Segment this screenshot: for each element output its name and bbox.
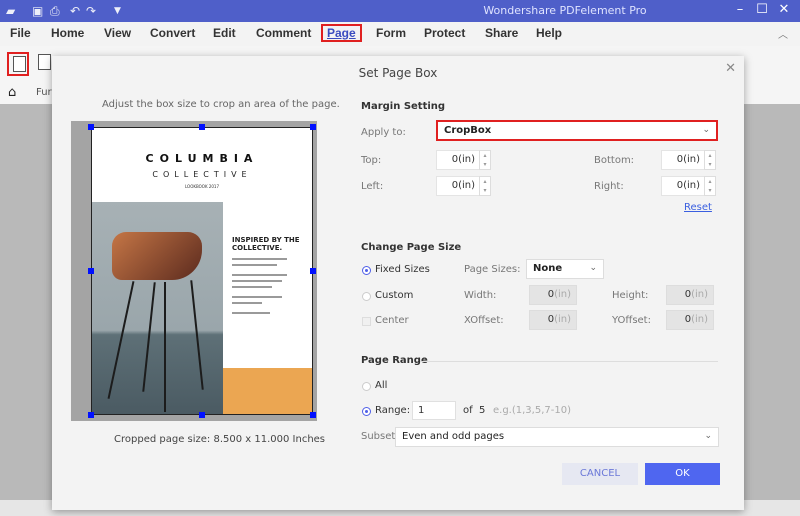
xoffset-input[interactable]: 0(in) [529, 310, 577, 330]
collapse-ribbon-icon[interactable]: ︿ [778, 26, 788, 41]
top-input[interactable]: 0(in) [436, 150, 480, 170]
chair-photo [92, 202, 223, 414]
custom-label[interactable]: Custom [375, 290, 413, 301]
height-input[interactable]: 0(in) [666, 285, 714, 305]
menu-convert[interactable]: Convert [150, 26, 195, 40]
page-thumbnail: COLUMBIA COLLECTIVE LOOKBOOK 2017 INSPIR… [91, 127, 313, 415]
crop-hint: Adjust the box size to crop an area of t… [102, 99, 340, 110]
crop-handle-top-left[interactable] [88, 124, 94, 130]
minimize-icon[interactable]: – [730, 2, 750, 17]
orange-block [223, 368, 312, 414]
menu-form[interactable]: Form [376, 26, 406, 40]
center-label: Center [375, 315, 409, 326]
range-example: e.g.(1,3,5,7-10) [493, 405, 571, 416]
height-label: Height: [612, 290, 649, 301]
left-spinner[interactable]: ▴ ▾ [479, 176, 491, 196]
menu-bar: File Home View Convert Edit Comment Page… [0, 22, 800, 46]
cropped-size-label: Cropped page size: 8.500 x 11.000 Inches [114, 434, 326, 445]
menu-page[interactable]: Page [321, 24, 362, 42]
close-icon[interactable]: ✕ [725, 61, 736, 76]
change-page-size-heading: Change Page Size [361, 242, 462, 253]
dialog-title: Set Page Box [358, 66, 438, 80]
crop-handle-top-right[interactable] [310, 124, 316, 130]
window-title: Wondershare PDFelement Pro [483, 4, 647, 17]
title-bar: ▰ ▣ ⎙ ↶ ↷ ▼ Wondershare PDFelement Pro –… [0, 0, 800, 22]
menu-file[interactable]: File [10, 26, 31, 40]
menu-comment[interactable]: Comment [256, 26, 311, 40]
page-range-heading: Page Range [361, 355, 428, 366]
bottom-label: Bottom: [594, 155, 635, 166]
apply-to-label: Apply to: [361, 127, 406, 138]
all-radio[interactable] [362, 382, 371, 391]
crop-handle-top[interactable] [199, 124, 205, 130]
bottom-spinner[interactable]: ▴ ▾ [704, 150, 716, 170]
xoffset-label: XOffset: [464, 315, 504, 326]
menu-edit[interactable]: Edit [213, 26, 236, 40]
left-label: Left: [361, 181, 384, 192]
preview-subheading: COLLECTIVE [152, 170, 252, 179]
apply-to-value: CropBox [444, 125, 492, 136]
bottom-input[interactable]: 0(in) [661, 150, 705, 170]
range-radio[interactable] [362, 407, 371, 416]
margin-setting-heading: Margin Setting [361, 101, 446, 112]
custom-radio[interactable] [362, 292, 371, 301]
fixed-sizes-label[interactable]: Fixed Sizes [375, 264, 430, 275]
document-tab[interactable]: Fur [36, 87, 52, 98]
page-preview[interactable]: COLUMBIA COLLECTIVE LOOKBOOK 2017 INSPIR… [71, 121, 317, 421]
top-label: Top: [361, 155, 382, 166]
chevron-down-icon: ⌄ [702, 125, 710, 135]
cancel-button[interactable]: CANCEL [562, 463, 638, 485]
subset-select[interactable]: Even and odd pages ⌄ [395, 427, 719, 447]
center-checkbox[interactable] [362, 317, 371, 326]
page-sizes-select[interactable]: None ⌄ [526, 259, 604, 279]
total-pages: 5 [479, 405, 486, 416]
range-label[interactable]: Range: [375, 405, 410, 416]
top-spinner[interactable]: ▴ ▾ [479, 150, 491, 170]
right-input[interactable]: 0(in) [661, 176, 705, 196]
subset-value: Even and odd pages [402, 431, 505, 442]
crop-handle-bottom-left[interactable] [88, 412, 94, 418]
close-icon[interactable]: ✕ [774, 2, 794, 17]
crop-handle-left[interactable] [88, 268, 94, 274]
left-input[interactable]: 0(in) [436, 176, 480, 196]
fixed-sizes-radio[interactable] [362, 266, 371, 275]
menu-protect[interactable]: Protect [424, 26, 465, 40]
of-label: of [463, 405, 473, 416]
all-label[interactable]: All [375, 380, 387, 391]
apply-to-select[interactable]: CropBox ⌄ [436, 120, 718, 141]
subset-label: Subset: [361, 431, 399, 442]
right-spinner[interactable]: ▴ ▾ [704, 176, 716, 196]
page-sizes-value: None [533, 263, 563, 274]
menu-home[interactable]: Home [51, 26, 84, 40]
crop-handle-bottom[interactable] [199, 412, 205, 418]
maximize-icon[interactable]: ☐ [752, 2, 772, 17]
reset-link[interactable]: Reset [684, 202, 712, 213]
menu-view[interactable]: View [104, 26, 131, 40]
chevron-down-icon: ⌄ [704, 431, 712, 441]
crop-handle-right[interactable] [310, 268, 316, 274]
preview-heading: COLUMBIA [145, 152, 259, 165]
right-label: Right: [594, 181, 624, 192]
chevron-down-icon: ⌄ [589, 263, 597, 273]
crop-handle-bottom-right[interactable] [310, 412, 316, 418]
page-sizes-label: Page Sizes: [464, 264, 521, 275]
menu-share[interactable]: Share [485, 26, 518, 40]
width-input[interactable]: 0(in) [529, 285, 577, 305]
divider [420, 361, 718, 362]
menu-help[interactable]: Help [536, 26, 562, 40]
yoffset-input[interactable]: 0(in) [666, 310, 714, 330]
home-icon[interactable]: ⌂ [8, 85, 16, 100]
set-page-box-icon[interactable] [7, 52, 29, 76]
preview-inspired-text: INSPIRED BY THE COLLECTIVE. [232, 236, 300, 252]
set-page-box-dialog: Set Page Box ✕ Adjust the box size to cr… [52, 56, 744, 510]
range-input[interactable]: 1 [412, 401, 456, 420]
preview-subtitle: LOOKBOOK 2017 [184, 184, 220, 189]
yoffset-label: YOffset: [612, 315, 651, 326]
ok-button[interactable]: OK [645, 463, 720, 485]
width-label: Width: [464, 290, 497, 301]
